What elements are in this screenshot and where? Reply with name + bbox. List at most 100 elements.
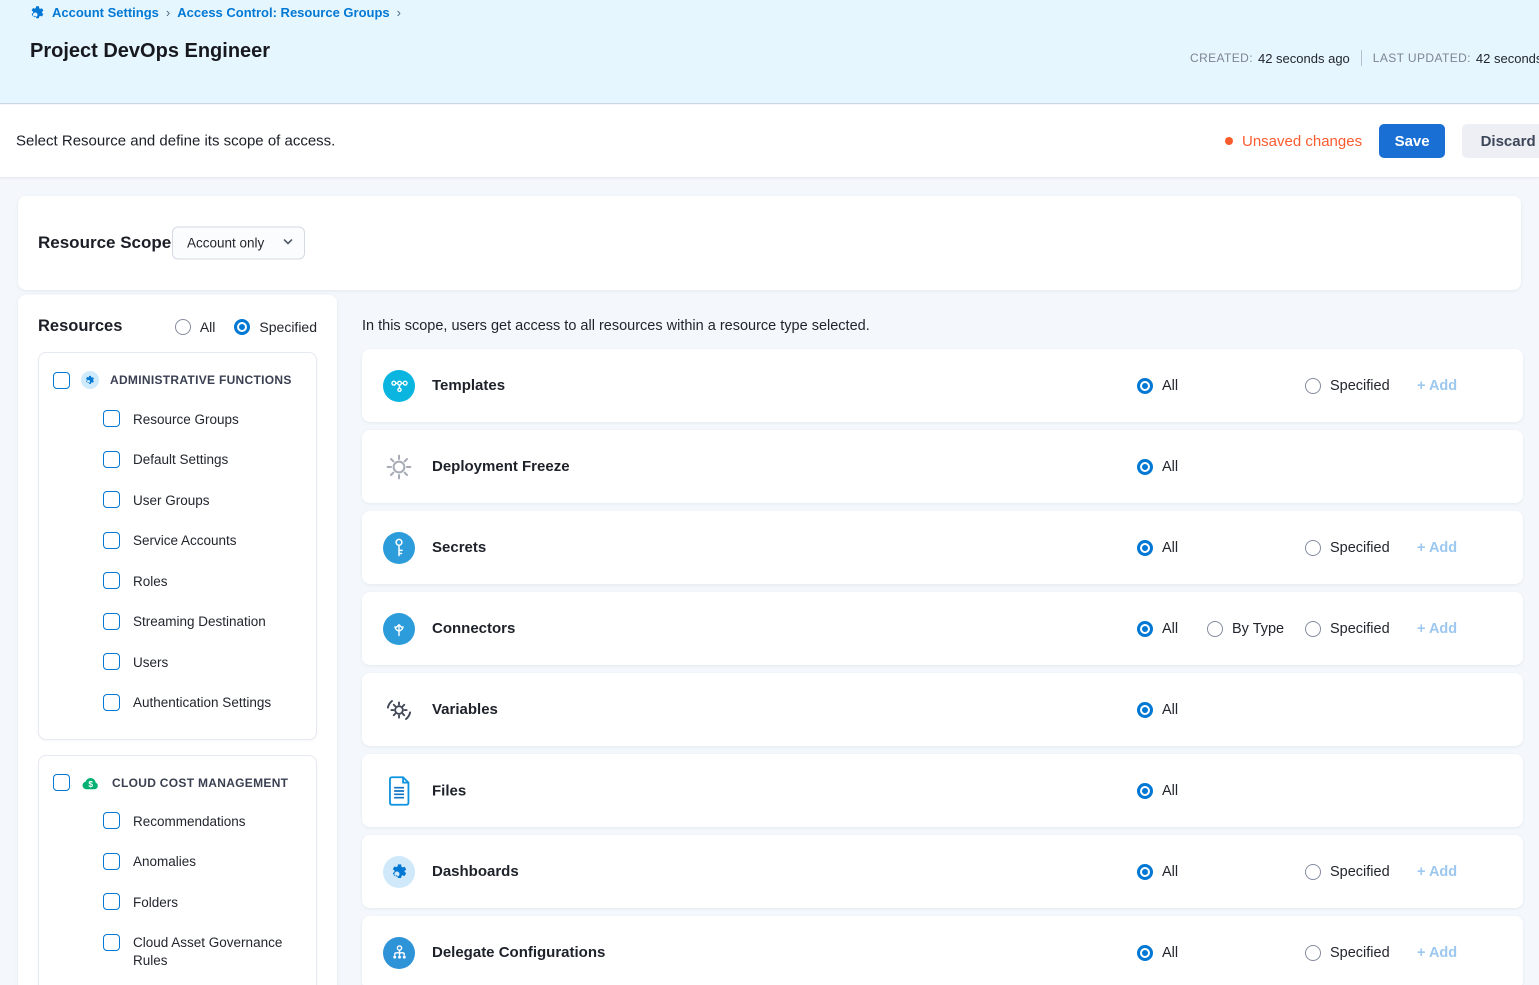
resource-scope-label: Resource Scope xyxy=(38,233,171,253)
resource-type-rows: Templates All Specified + Add Deployment… xyxy=(362,349,1523,985)
option-label: By Type xyxy=(1232,621,1284,637)
option-by-type-connectors[interactable]: By Type xyxy=(1207,621,1305,637)
resource-item-default-settings: Default Settings xyxy=(53,440,302,481)
item-checkbox-service-accounts[interactable] xyxy=(103,532,120,549)
radio-on-icon xyxy=(1137,864,1153,880)
option-all-deployment-freeze[interactable]: All xyxy=(1137,459,1207,475)
item-label: Authentication Settings xyxy=(133,694,271,713)
row-options: All Specified + Add xyxy=(1137,511,1487,584)
created-value: 42 seconds ago xyxy=(1258,51,1350,66)
option-all-connectors[interactable]: All xyxy=(1137,621,1207,637)
option-all-dashboards[interactable]: All xyxy=(1137,864,1207,880)
item-checkbox-authentication-settings[interactable] xyxy=(103,694,120,711)
radio-specified-label: Specified xyxy=(259,319,317,335)
variables-icon xyxy=(382,695,416,725)
option-all-variables[interactable]: All xyxy=(1137,702,1207,718)
last-updated-value: 42 seconds ago xyxy=(1476,51,1539,66)
option-specified-templates[interactable]: Specified xyxy=(1305,378,1417,394)
add-button-connectors[interactable]: + Add xyxy=(1417,621,1487,637)
option-label: Specified xyxy=(1330,621,1390,637)
item-checkbox-folders[interactable] xyxy=(103,893,120,910)
option-all-secrets[interactable]: All xyxy=(1137,540,1207,556)
resource-item-streaming-destination: Streaming Destination xyxy=(53,602,302,643)
radio-off-icon xyxy=(1207,621,1223,637)
option-label: Specified xyxy=(1330,378,1390,394)
resource-row-delegate-configurations: Delegate Configurations All Specified + … xyxy=(362,916,1523,985)
resources-scope-radios: All Specified xyxy=(175,319,317,335)
add-button-secrets[interactable]: + Add xyxy=(1417,540,1487,556)
settings-gear-icon xyxy=(30,5,45,20)
group-checkbox-administrative-functions[interactable] xyxy=(53,372,70,389)
resource-item-authentication-settings: Authentication Settings xyxy=(53,683,302,724)
delegate-configurations-icon xyxy=(382,937,416,969)
deployment-freeze-icon xyxy=(382,452,416,482)
option-label: All xyxy=(1162,378,1178,394)
option-specified-dashboards[interactable]: Specified xyxy=(1305,864,1417,880)
breadcrumb-account-settings[interactable]: Account Settings xyxy=(52,5,159,20)
add-button-templates[interactable]: + Add xyxy=(1417,378,1487,394)
resource-item-recommendations: Recommendations xyxy=(53,801,302,842)
resource-scope-dropdown[interactable]: Account only xyxy=(172,227,305,260)
resources-sidebar-header: Resources All Specified xyxy=(18,295,337,352)
row-identity: Delegate Configurations xyxy=(382,937,605,969)
resource-type-label: Secrets xyxy=(432,539,486,556)
item-checkbox-streaming-destination[interactable] xyxy=(103,613,120,630)
meta-divider xyxy=(1361,50,1362,66)
item-checkbox-anomalies[interactable] xyxy=(103,853,120,870)
secrets-icon xyxy=(382,532,416,564)
item-checkbox-users[interactable] xyxy=(103,653,120,670)
resource-item-service-accounts: Service Accounts xyxy=(53,521,302,562)
option-all-files[interactable]: All xyxy=(1137,783,1207,799)
add-button-delegate-configurations[interactable]: + Add xyxy=(1417,945,1487,961)
option-label: All xyxy=(1162,864,1178,880)
item-checkbox-recommendations[interactable] xyxy=(103,812,120,829)
add-button-dashboards[interactable]: + Add xyxy=(1417,864,1487,880)
files-icon xyxy=(382,775,416,806)
radio-on-icon xyxy=(1137,945,1153,961)
item-checkbox-cloud-asset-governance-rules[interactable] xyxy=(103,934,120,951)
resources-radio-specified[interactable]: Specified xyxy=(234,319,317,335)
item-label: Default Settings xyxy=(133,451,228,470)
item-label: Roles xyxy=(133,572,168,591)
group-label: ADMINISTRATIVE FUNCTIONS xyxy=(110,373,292,387)
row-identity: Variables xyxy=(382,695,498,725)
breadcrumb-access-control[interactable]: Access Control: Resource Groups xyxy=(177,5,389,20)
resource-type-label: Delegate Configurations xyxy=(432,944,605,961)
item-checkbox-resource-groups[interactable] xyxy=(103,410,120,427)
group-checkbox-cloud-cost-management[interactable] xyxy=(53,774,70,791)
radio-on-icon xyxy=(1137,702,1153,718)
option-label: All xyxy=(1162,945,1178,961)
option-specified-secrets[interactable]: Specified xyxy=(1305,540,1417,556)
option-all-templates[interactable]: All xyxy=(1137,378,1207,394)
option-label: All xyxy=(1162,459,1178,475)
save-button[interactable]: Save xyxy=(1379,124,1445,158)
resource-item-user-groups: User Groups xyxy=(53,480,302,521)
radio-on-icon xyxy=(1137,378,1153,394)
option-specified-connectors[interactable]: Specified xyxy=(1305,621,1417,637)
breadcrumb-separator: › xyxy=(397,5,401,20)
item-label: Users xyxy=(133,653,168,672)
radio-off-icon xyxy=(175,319,191,335)
action-toolbar: Select Resource and define its scope of … xyxy=(0,105,1539,178)
option-specified-delegate-configurations[interactable]: Specified xyxy=(1305,945,1417,961)
item-checkbox-default-settings[interactable] xyxy=(103,451,120,468)
resource-type-label: Templates xyxy=(432,377,505,394)
option-label: Specified xyxy=(1330,864,1390,880)
resource-row-secrets: Secrets All Specified + Add xyxy=(362,511,1523,584)
row-identity: Templates xyxy=(382,370,505,402)
page-header: Account Settings › Access Control: Resou… xyxy=(0,0,1539,104)
discard-button[interactable]: Discard xyxy=(1462,124,1539,158)
resources-radio-all[interactable]: All xyxy=(175,319,216,335)
resource-type-label: Dashboards xyxy=(432,863,519,880)
row-options: All xyxy=(1137,430,1487,503)
option-label: Specified xyxy=(1330,945,1390,961)
resource-types-panel: In this scope, users get access to all r… xyxy=(362,295,1523,985)
resource-type-label: Connectors xyxy=(432,620,515,637)
item-label: Cloud Asset Governance Rules xyxy=(133,934,302,971)
option-all-delegate-configurations[interactable]: All xyxy=(1137,945,1207,961)
item-checkbox-user-groups[interactable] xyxy=(103,491,120,508)
item-checkbox-roles[interactable] xyxy=(103,572,120,589)
option-label: Specified xyxy=(1330,540,1390,556)
option-label: All xyxy=(1162,702,1178,718)
radio-on-icon xyxy=(1137,621,1153,637)
